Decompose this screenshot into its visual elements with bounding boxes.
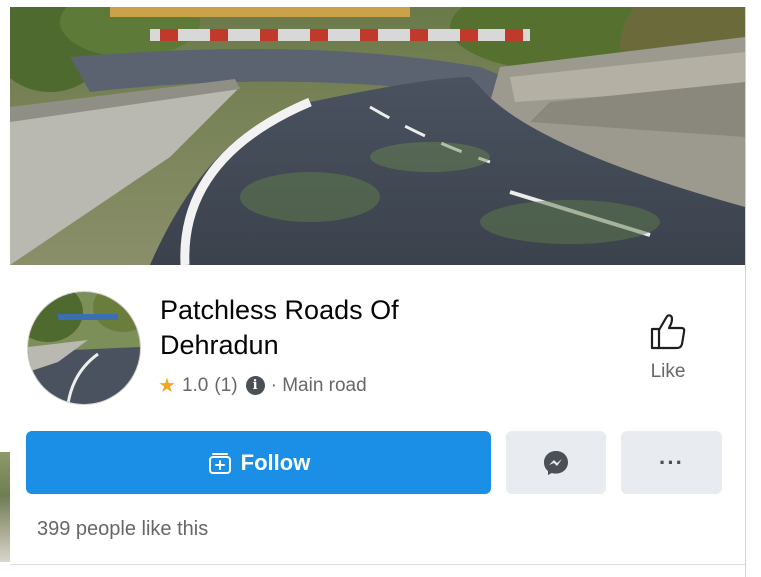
cover-photo-road-scene	[10, 7, 745, 265]
rating-count[interactable]: (1)	[214, 375, 237, 397]
messenger-icon	[544, 450, 568, 475]
more-options-button[interactable]: ···	[621, 431, 722, 494]
left-edge-strip	[0, 0, 10, 577]
follow-label: Follow	[240, 449, 311, 475]
follow-icon	[208, 452, 231, 474]
rating-value: 1.0	[181, 374, 209, 396]
thumbs-up-icon	[650, 314, 686, 350]
page-category: · Main road	[270, 374, 367, 396]
likes-count[interactable]: 399 people like this	[37, 518, 208, 541]
star-icon: ★	[158, 375, 176, 397]
page-title[interactable]: Patchless Roads Of Dehradun	[160, 293, 490, 363]
profile-picture-image	[28, 292, 140, 404]
profile-picture[interactable]	[27, 291, 141, 405]
cover-photo[interactable]	[10, 7, 745, 265]
info-icon[interactable]: i	[245, 376, 265, 395]
divider	[10, 564, 745, 565]
like-button[interactable]: Like	[630, 312, 706, 383]
like-label: Like	[650, 361, 686, 382]
message-button[interactable]	[506, 431, 606, 494]
page-card: Patchless Roads Of Dehradun ★ 1.0 (1) i …	[10, 7, 746, 577]
follow-button[interactable]: Follow	[26, 431, 491, 494]
more-icon: ···	[659, 449, 684, 475]
page-meta: ★ 1.0 (1) i · Main road	[158, 373, 367, 398]
background-photo-edge	[0, 452, 10, 562]
